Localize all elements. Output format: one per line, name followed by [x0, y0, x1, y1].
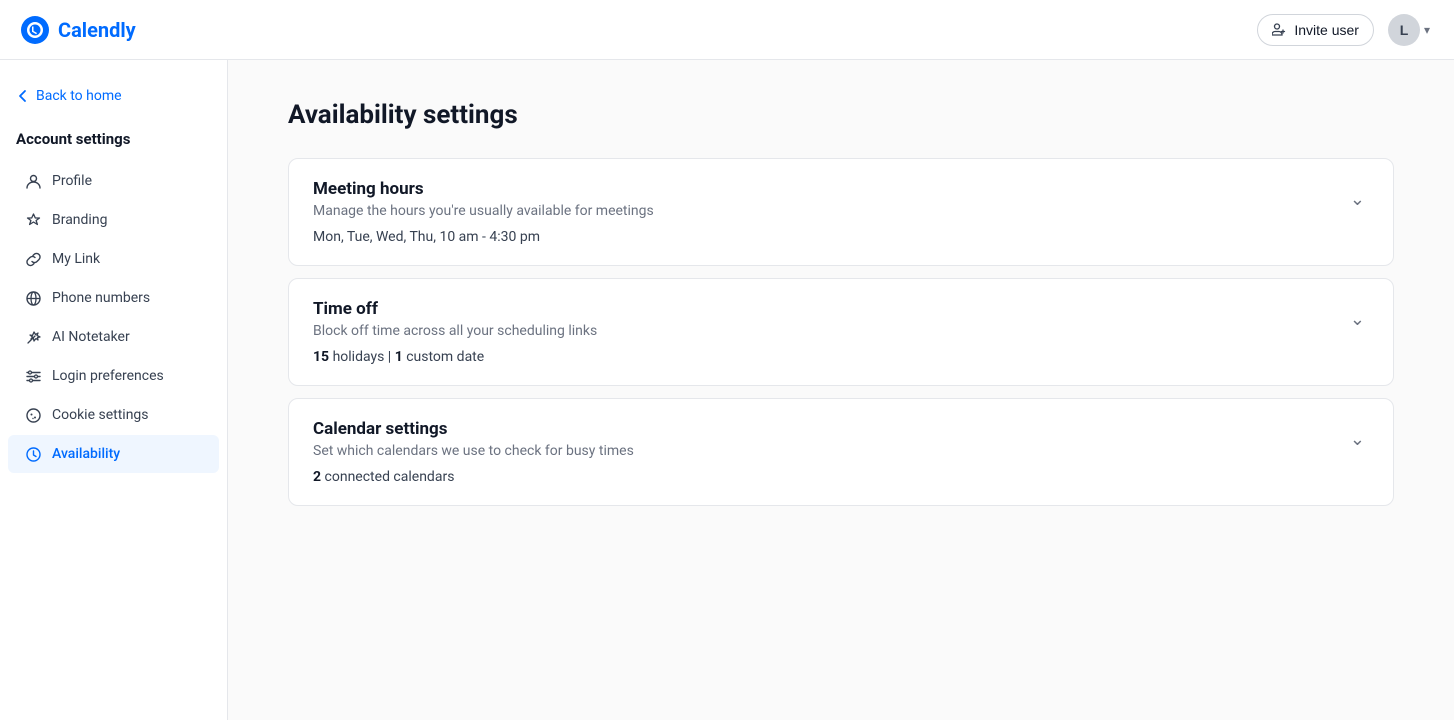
time-off-custom-label: custom date — [406, 349, 484, 365]
sidebar-item-login-preferences-label: Login preferences — [52, 368, 164, 384]
time-off-holidays-count: 15 — [313, 349, 329, 365]
cookie-icon — [24, 406, 42, 424]
logo: Calendly — [20, 15, 136, 45]
time-off-holidays-label: holidays | — [333, 349, 395, 365]
header: Calendly Invite user L ▾ — [0, 0, 1454, 60]
meeting-hours-body: Mon, Tue, Wed, Thu, 10 am - 4:30 pm — [289, 219, 1393, 265]
sidebar-item-ai-notetaker-label: AI Notetaker — [52, 329, 130, 345]
back-to-home-link[interactable]: Back to home — [0, 80, 227, 112]
calendly-logo-icon — [20, 15, 50, 45]
calendar-settings-title: Calendar settings — [313, 419, 634, 439]
sidebar-item-availability-label: Availability — [52, 446, 120, 462]
time-off-chevron-icon: ⌄ — [1346, 305, 1369, 334]
time-off-body: 15 holidays | 1 custom date — [289, 339, 1393, 385]
globe-icon — [24, 289, 42, 307]
sidebar-item-cookie-settings-label: Cookie settings — [52, 407, 149, 423]
calendar-settings-card-header[interactable]: Calendar settings Set which calendars we… — [289, 399, 1393, 459]
wand-icon — [24, 328, 42, 346]
main-content: Availability settings Meeting hours Mana… — [228, 60, 1454, 720]
time-off-card-header[interactable]: Time off Block off time across all your … — [289, 279, 1393, 339]
clock-icon — [24, 445, 42, 463]
sliders-icon — [24, 367, 42, 385]
link-icon — [24, 250, 42, 268]
star-icon — [24, 211, 42, 229]
time-off-desc: Block off time across all your schedulin… — [313, 323, 597, 339]
invite-user-icon — [1272, 22, 1288, 38]
sidebar-item-login-preferences[interactable]: Login preferences — [8, 357, 219, 395]
sidebar-item-availability[interactable]: Availability — [8, 435, 219, 473]
sidebar-item-my-link-label: My Link — [52, 251, 100, 267]
meeting-hours-card-header[interactable]: Meeting hours Manage the hours you're us… — [289, 159, 1393, 219]
calendar-settings-card-info: Calendar settings Set which calendars we… — [313, 419, 634, 459]
invite-user-button[interactable]: Invite user — [1257, 14, 1374, 46]
meeting-hours-card-info: Meeting hours Manage the hours you're us… — [313, 179, 654, 219]
sidebar-item-branding-label: Branding — [52, 212, 107, 228]
sidebar-item-phone-numbers[interactable]: Phone numbers — [8, 279, 219, 317]
time-off-custom-count: 1 — [395, 349, 403, 365]
time-off-card-info: Time off Block off time across all your … — [313, 299, 597, 339]
user-menu-button[interactable]: L ▾ — [1384, 10, 1434, 50]
meeting-hours-card: Meeting hours Manage the hours you're us… — [288, 158, 1394, 266]
time-off-title: Time off — [313, 299, 597, 319]
user-menu-chevron-icon: ▾ — [1424, 23, 1430, 37]
sidebar-item-profile-label: Profile — [52, 173, 92, 189]
layout: Back to home Account settings Profile Br… — [0, 60, 1454, 720]
logo-text: Calendly — [58, 18, 136, 42]
calendar-settings-card: Calendar settings Set which calendars we… — [288, 398, 1394, 506]
sidebar-item-profile[interactable]: Profile — [8, 162, 219, 200]
sidebar-item-branding[interactable]: Branding — [8, 201, 219, 239]
back-to-home-label: Back to home — [36, 88, 122, 104]
meeting-hours-chevron-icon: ⌄ — [1346, 185, 1369, 214]
page-title: Availability settings — [288, 100, 1394, 130]
connected-calendars-label: connected calendars — [325, 469, 455, 485]
time-off-card: Time off Block off time across all your … — [288, 278, 1394, 386]
meeting-hours-detail: Mon, Tue, Wed, Thu, 10 am - 4:30 pm — [313, 229, 540, 245]
sidebar-item-phone-numbers-label: Phone numbers — [52, 290, 150, 306]
calendar-settings-desc: Set which calendars we use to check for … — [313, 443, 634, 459]
meeting-hours-desc: Manage the hours you're usually availabl… — [313, 203, 654, 219]
calendar-settings-body: 2 connected calendars — [289, 459, 1393, 505]
person-icon — [24, 172, 42, 190]
invite-user-label: Invite user — [1294, 22, 1359, 38]
connected-calendars-count: 2 — [313, 469, 321, 485]
meeting-hours-title: Meeting hours — [313, 179, 654, 199]
sidebar-item-cookie-settings[interactable]: Cookie settings — [8, 396, 219, 434]
calendar-settings-chevron-icon: ⌄ — [1346, 425, 1369, 454]
sidebar-item-my-link[interactable]: My Link — [8, 240, 219, 278]
sidebar: Back to home Account settings Profile Br… — [0, 60, 228, 720]
sidebar-item-ai-notetaker[interactable]: AI Notetaker — [8, 318, 219, 356]
header-right: Invite user L ▾ — [1257, 10, 1434, 50]
user-avatar: L — [1388, 14, 1420, 46]
account-settings-label: Account settings — [0, 122, 227, 156]
back-arrow-icon — [16, 89, 30, 103]
